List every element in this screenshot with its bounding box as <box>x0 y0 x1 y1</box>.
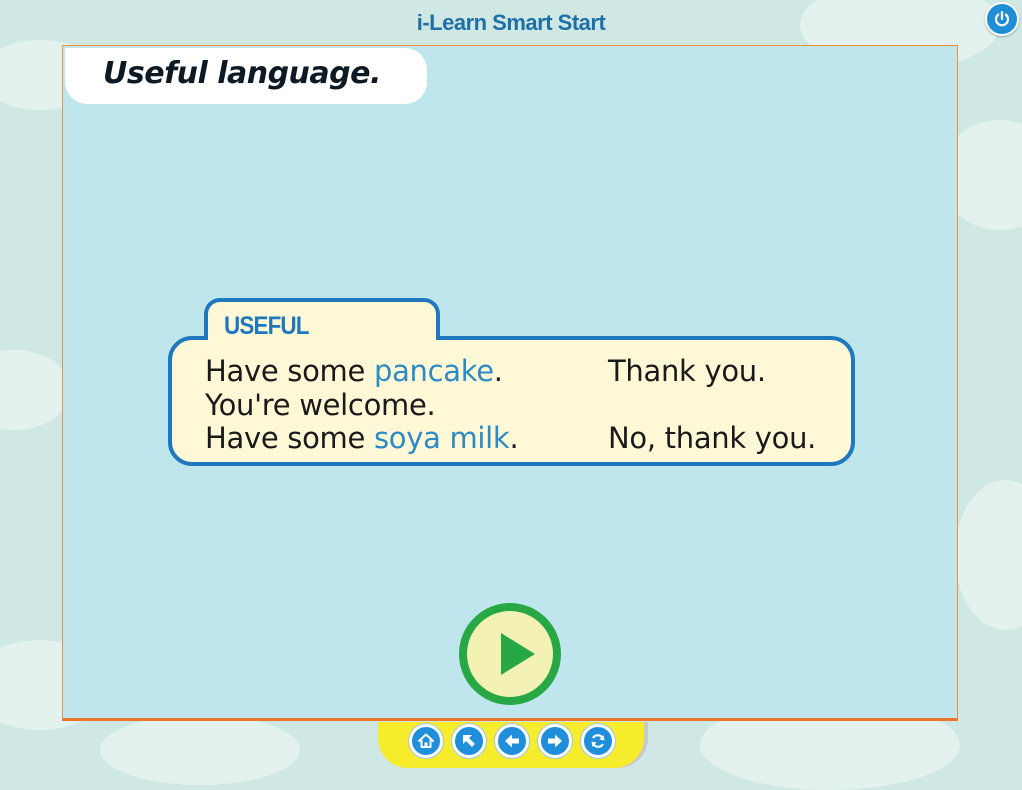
phrase-line: Have some soya milk. <box>205 421 519 455</box>
lesson-stage: Useful language. USEFUL LANGUAGE Have so… <box>62 45 958 721</box>
power-icon <box>994 10 1010 27</box>
background-cloud <box>0 350 70 430</box>
phrase-keyword: soya milk <box>373 421 510 455</box>
play-button[interactable] <box>459 603 561 705</box>
app-title: i-Learn Smart Start <box>416 10 606 35</box>
right-arrow-icon <box>548 734 562 748</box>
phrase-keyword: pancake <box>373 354 494 388</box>
phrase-punct: . <box>509 421 519 455</box>
navigation-bar <box>378 722 644 768</box>
response-line: No, thank you. <box>608 421 817 455</box>
left-arrow-icon <box>505 734 519 748</box>
response-line: Thank you. <box>608 354 766 388</box>
home-button[interactable] <box>409 724 443 758</box>
replay-button[interactable] <box>581 724 615 758</box>
phrase-text: Have some <box>205 421 374 455</box>
power-button[interactable] <box>985 2 1019 36</box>
page-title: Useful language. <box>103 56 381 91</box>
background-cloud <box>955 480 1022 630</box>
heading-banner: Useful language. <box>65 48 427 104</box>
phrase-line: Have some pancake. <box>205 354 503 388</box>
up-left-arrow-icon <box>463 735 475 747</box>
play-button-face <box>467 611 553 697</box>
background-cloud <box>100 715 300 785</box>
previous-button[interactable] <box>495 724 529 758</box>
menu-button[interactable] <box>452 724 486 758</box>
play-icon <box>501 633 535 675</box>
home-icon <box>418 733 434 748</box>
phrase-text: Have some <box>205 354 374 388</box>
next-button[interactable] <box>538 724 572 758</box>
phrase-punct: . <box>493 354 503 388</box>
phrase-line: You're welcome. <box>205 388 436 422</box>
refresh-icon <box>591 734 605 748</box>
tab-joint <box>208 334 436 344</box>
